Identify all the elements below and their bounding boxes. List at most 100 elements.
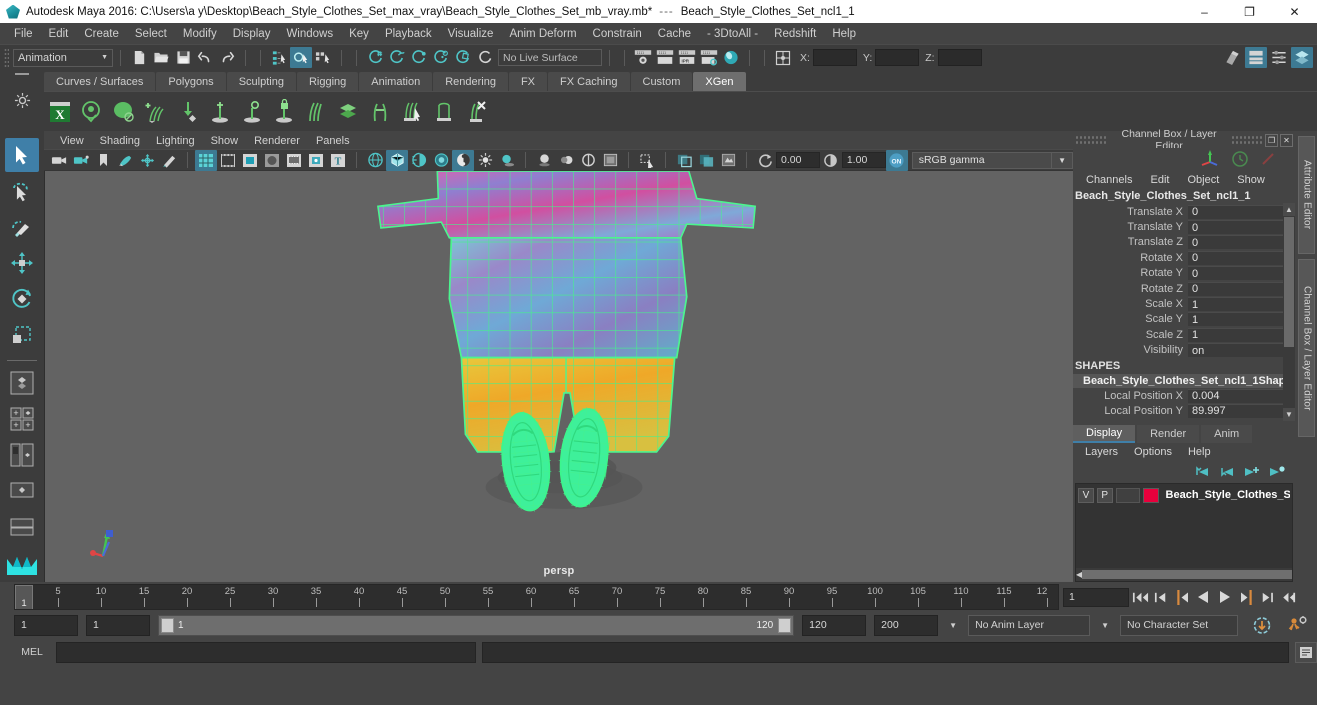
layer-menu-help[interactable]: Help: [1180, 445, 1219, 459]
move-layer-down-icon[interactable]: [1219, 465, 1235, 478]
go-to-start-button[interactable]: [1131, 587, 1150, 608]
toggle-film-origin-icon[interactable]: [283, 150, 305, 171]
viewport-menu-lighting[interactable]: Lighting: [148, 134, 203, 148]
channel-box-menu-edit[interactable]: Edit: [1141, 173, 1178, 187]
channel-row-translate-y[interactable]: Translate Y 0: [1073, 219, 1295, 235]
attr-value[interactable]: 0.004: [1188, 388, 1295, 403]
channel-box-menu-channels[interactable]: Channels: [1077, 173, 1141, 187]
toggle-tool-settings-button[interactable]: [1268, 47, 1290, 68]
channel-box-shape-name[interactable]: Beach_Style_Clothes_Set_ncl1_1Shape: [1073, 373, 1295, 388]
isolate-select-icon[interactable]: [636, 150, 658, 171]
xray-joints-icon[interactable]: [695, 150, 717, 171]
select-by-component-button[interactable]: [312, 47, 334, 68]
snap-to-curve-button[interactable]: [386, 47, 408, 68]
tab-render[interactable]: Render: [1137, 425, 1200, 443]
red-marker-icon[interactable]: [1259, 150, 1277, 168]
viewport-menu-show[interactable]: Show: [203, 134, 247, 148]
xgen-preview-icon[interactable]: [108, 95, 140, 129]
persp-graph-layout-button[interactable]: [5, 510, 39, 544]
layer-color-swatch[interactable]: [1142, 487, 1159, 503]
shelf-tab-xgen[interactable]: XGen: [693, 72, 746, 91]
step-forward-frame-button[interactable]: [1236, 587, 1255, 608]
animation-preferences-icon[interactable]: [1288, 615, 1309, 635]
display-layer-list[interactable]: V P Beach_Style_Clothes_Set ◀ ▶: [1075, 483, 1293, 582]
smooth-shade-all-icon[interactable]: [386, 149, 408, 171]
gamma-input[interactable]: 1.00: [841, 152, 886, 169]
xgen-guide-area-icon[interactable]: [428, 95, 460, 129]
toggle-film-gate-icon[interactable]: [217, 150, 239, 171]
current-time-indicator[interactable]: 1: [15, 585, 33, 609]
render-settings-button[interactable]: 1111: [698, 47, 720, 68]
menu-constrain[interactable]: Constrain: [585, 26, 650, 42]
step-back-frame-button[interactable]: [1173, 587, 1192, 608]
use-all-lights-icon[interactable]: [474, 150, 496, 171]
auto-keyframe-toggle-icon[interactable]: [1252, 616, 1272, 635]
color-space-selector[interactable]: sRGB gamma: [911, 151, 1053, 169]
exposure-reset-icon[interactable]: [754, 150, 776, 171]
menu-set-selector[interactable]: Animation ▼: [13, 48, 113, 67]
snap-to-grid-button[interactable]: [364, 47, 386, 68]
undo-button[interactable]: [194, 47, 216, 68]
rotate-tool[interactable]: [5, 282, 39, 316]
channel-row-translate-x[interactable]: Translate X 0: [1073, 204, 1295, 219]
attr-value[interactable]: 0: [1188, 266, 1295, 281]
command-language-label[interactable]: MEL: [14, 646, 50, 658]
hypershade-button[interactable]: [720, 47, 742, 68]
bookmark-icon[interactable]: [92, 150, 114, 171]
shelf-tab-curves-surfaces[interactable]: Curves / Surfaces: [44, 72, 156, 91]
menu-modify[interactable]: Modify: [175, 26, 225, 42]
toggle-channel-box-button[interactable]: [1291, 47, 1313, 68]
view-transform-icon[interactable]: [717, 150, 739, 171]
undock-panel-button[interactable]: ❐: [1265, 133, 1279, 147]
layer-row[interactable]: V P Beach_Style_Clothes_Set: [1076, 486, 1292, 504]
attr-value[interactable]: 0: [1188, 281, 1295, 296]
select-camera-icon[interactable]: [48, 150, 70, 171]
layer-menu-options[interactable]: Options: [1126, 445, 1180, 459]
attr-value[interactable]: on: [1188, 343, 1295, 358]
animation-end-time-field[interactable]: 200: [874, 614, 939, 636]
xray-display-icon[interactable]: [673, 150, 695, 171]
character-set-selector[interactable]: No Character Set: [1120, 614, 1238, 636]
channel-row-scale-z[interactable]: Scale Z 1: [1073, 327, 1295, 342]
image-plane-icon[interactable]: [114, 150, 136, 171]
attr-value[interactable]: 0: [1188, 220, 1295, 235]
scroll-down-icon[interactable]: ▼: [1283, 408, 1295, 421]
shelf-tab-animation[interactable]: Animation: [359, 72, 433, 91]
two-d-pan-zoom-icon[interactable]: [136, 150, 158, 171]
textured-display-icon[interactable]: [452, 149, 474, 171]
shelf-tab-rendering[interactable]: Rendering: [433, 72, 508, 91]
toggle-gate-mask-icon[interactable]: [261, 150, 283, 171]
new-scene-button[interactable]: [128, 47, 150, 68]
move-layer-up-icon[interactable]: [1194, 465, 1210, 478]
layer-name[interactable]: Beach_Style_Clothes_Set: [1162, 489, 1290, 501]
channel-row-scale-x[interactable]: Scale X 1: [1073, 296, 1295, 312]
manipulator-axis-icon[interactable]: [1199, 150, 1221, 168]
range-start-handle[interactable]: [161, 617, 174, 633]
toggle-grid-icon[interactable]: [195, 149, 217, 171]
layer-list-horizontal-scrollbar[interactable]: ◀ ▶: [1076, 568, 1292, 581]
play-backwards-button[interactable]: [1194, 587, 1213, 608]
camera-attributes-icon[interactable]: [70, 150, 92, 171]
viewport-menu-panels[interactable]: Panels: [308, 134, 358, 148]
scroll-thumb[interactable]: [1082, 570, 1292, 579]
panel-drag-handle[interactable]: [1075, 135, 1107, 145]
four-view-layout-button[interactable]: + + +: [5, 402, 39, 436]
make-live-button[interactable]: [474, 47, 496, 68]
play-forwards-button[interactable]: [1215, 587, 1234, 608]
channel-box-attribute-list[interactable]: Beach_Style_Clothes_Set_ncl1_1 Translate…: [1073, 189, 1295, 421]
menu-key[interactable]: Key: [341, 26, 377, 42]
live-surface-field[interactable]: No Live Surface: [498, 49, 602, 66]
step-forward-key-button[interactable]: [1257, 587, 1276, 608]
range-slider[interactable]: 1 120: [158, 614, 795, 636]
channel-row-rotate-x[interactable]: Rotate X 0: [1073, 250, 1295, 265]
y-coord-input[interactable]: [875, 49, 920, 66]
menu-visualize[interactable]: Visualize: [440, 26, 502, 42]
render-sequence-button[interactable]: 1111: [654, 47, 676, 68]
channel-row-translate-z[interactable]: Translate Z 0: [1073, 235, 1295, 250]
viewport-menu-view[interactable]: View: [52, 134, 92, 148]
menu-playback[interactable]: Playback: [377, 26, 440, 42]
channel-box-scrollbar[interactable]: ▲ ▼: [1283, 203, 1295, 421]
channel-row-rotate-z[interactable]: Rotate Z 0: [1073, 281, 1295, 296]
animation-start-time-field[interactable]: 1: [14, 614, 78, 636]
command-input-field[interactable]: [56, 641, 476, 663]
